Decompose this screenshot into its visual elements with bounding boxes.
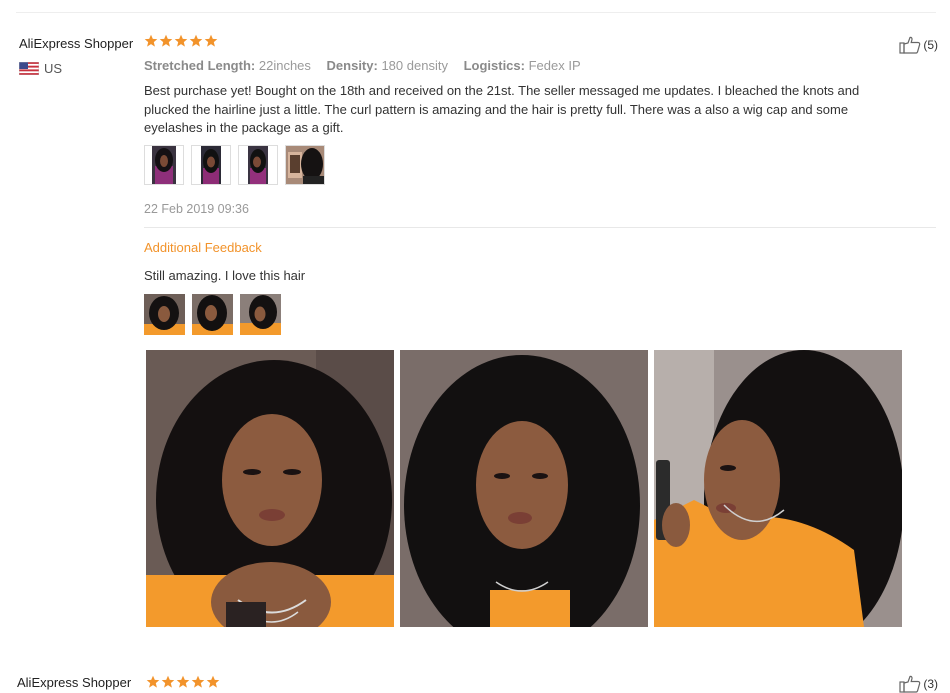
photo-thumbnail[interactable] <box>144 145 184 185</box>
photo-thumbnail[interactable] <box>144 294 185 335</box>
reviewer-country: US <box>44 61 63 76</box>
additional-feedback-text: Still amazing. I love this hair <box>144 268 306 283</box>
feedback-photo-thumbnails <box>144 294 281 335</box>
attr-key: Density: <box>326 58 378 73</box>
top-divider <box>16 12 936 13</box>
star-icon <box>189 34 203 47</box>
attr-value: 180 density <box>381 58 448 73</box>
additional-feedback-title: Additional Feedback <box>144 240 262 255</box>
us-flag-icon <box>19 62 39 75</box>
feedback-photo-large[interactable] <box>400 350 648 627</box>
photo-thumbnail[interactable] <box>192 294 233 335</box>
star-icon <box>176 675 190 688</box>
review-photo-thumbnails <box>144 145 325 185</box>
reviewer-name: AliExpress Shopper <box>19 36 134 51</box>
purchase-attributes: Stretched Length: 22inches Density: 180 … <box>144 58 593 73</box>
photo-thumbnail[interactable] <box>238 145 278 185</box>
review-text: Best purchase yet! Bought on the 18th an… <box>144 83 860 135</box>
next-helpful-button[interactable]: (3) <box>899 675 938 693</box>
attr-value: 22inches <box>258 58 311 73</box>
next-reviewer-name: AliExpress Shopper <box>17 675 132 690</box>
star-icon <box>144 34 158 47</box>
next-star-rating <box>146 675 220 689</box>
feedback-divider <box>144 227 936 228</box>
star-icon <box>204 34 218 47</box>
photo-thumbnail[interactable] <box>191 145 231 185</box>
review-date: 22 Feb 2019 09:36 <box>144 202 249 216</box>
star-icon <box>161 675 175 688</box>
photo-thumbnail[interactable] <box>240 294 281 335</box>
attr-key: Logistics: <box>463 58 525 73</box>
helpful-button[interactable]: (5) <box>899 36 938 54</box>
star-icon <box>191 675 205 688</box>
photo-thumbnail[interactable] <box>285 145 325 185</box>
feedback-photo-large[interactable] <box>146 350 394 627</box>
attr-key: Stretched Length: <box>144 58 256 73</box>
star-icon <box>146 675 160 688</box>
thumbs-up-icon <box>899 675 921 693</box>
helpful-count: (5) <box>923 38 938 52</box>
star-icon <box>174 34 188 47</box>
star-rating <box>144 34 218 50</box>
thumbs-up-icon <box>899 36 921 54</box>
next-helpful-count: (3) <box>923 677 938 691</box>
feedback-photo-large[interactable] <box>654 350 902 627</box>
star-icon <box>206 675 220 688</box>
attr-value: Fedex IP <box>528 58 581 73</box>
star-icon <box>159 34 173 47</box>
